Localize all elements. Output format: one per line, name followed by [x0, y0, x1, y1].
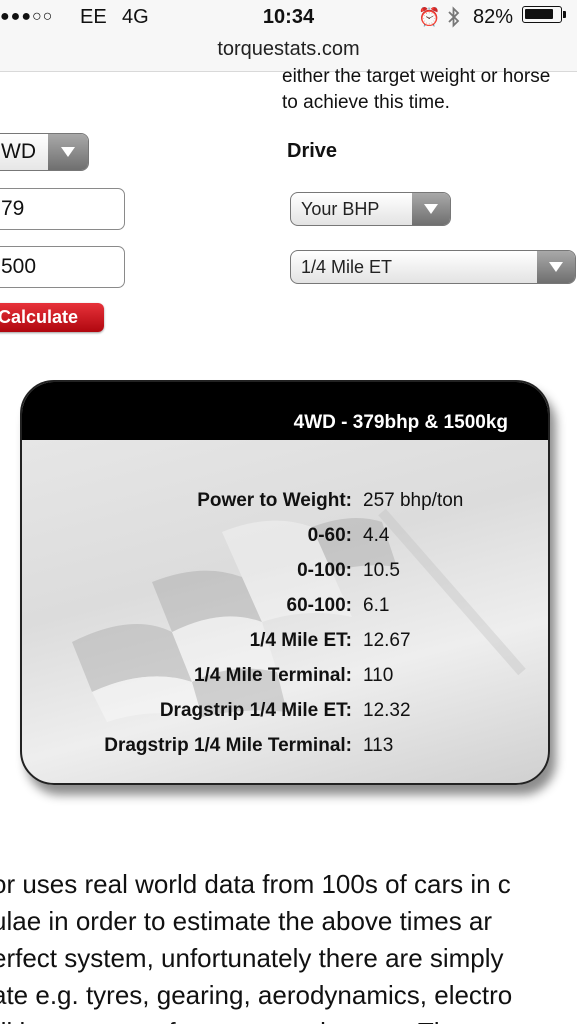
battery-icon	[522, 6, 562, 23]
result-row: 1/4 Mile ET: 12.67	[22, 630, 548, 665]
result-value: 4.4	[363, 525, 390, 546]
result-label: Dragstrip 1/4 Mile ET:	[159, 700, 352, 721]
result-row: Dragstrip 1/4 Mile Terminal: 113	[22, 735, 548, 770]
result-label: 60-100:	[286, 595, 353, 616]
intro-line: either the target weight or horse	[282, 66, 551, 87]
results-title: 4WD - 379bhp & 1500kg	[293, 412, 508, 433]
result-label: 0-60:	[307, 525, 352, 546]
bluetooth-icon	[447, 6, 461, 34]
result-value: 257 bhp/ton	[363, 490, 464, 511]
result-label: 0-100:	[297, 560, 352, 581]
results-card: 4WD - 379bhp & 1500kg Power to Weight: 25…	[20, 380, 550, 785]
status-bar: ●●●○○ EE 4G 10:34 ⏰ 82% torquestats.com	[0, 0, 577, 72]
result-value: 12.32	[363, 700, 411, 721]
paragraph-line: ulae in order to estimate the above time…	[0, 906, 493, 936]
result-value: 12.67	[363, 630, 411, 651]
battery-level	[525, 9, 553, 19]
battery-percent: 82%	[473, 6, 514, 28]
result-row: 0-60: 4.4	[22, 525, 548, 560]
results-list: Power to Weight: 257 bhp/ton 0-60: 4.4 0-100…	[22, 490, 548, 770]
result-label: 1/4 Mile Terminal:	[193, 665, 352, 686]
calculate-button[interactable]: Calculate	[0, 303, 104, 332]
result-value: 110	[363, 665, 394, 686]
result-row: 60-100: 6.1	[22, 595, 548, 630]
target-select[interactable]: Your BHP	[290, 192, 451, 226]
result-value: 113	[363, 735, 394, 756]
intro-text: either the target weight or horse to ach…	[282, 64, 577, 116]
paragraph-line: ate e.g. tyres, gearing, aerodynamics, e…	[0, 980, 513, 1010]
result-value: 10.5	[363, 560, 400, 581]
url-bar[interactable]: torquestats.com	[0, 38, 577, 61]
results-card-header: 4WD - 379bhp & 1500kg	[22, 382, 548, 440]
time-select-value: 1/4 Mile ET	[301, 257, 393, 277]
result-row: Power to Weight: 257 bhp/ton	[22, 490, 548, 525]
description-paragraph: or uses real world data from 100s of car…	[0, 866, 512, 1024]
result-row: 1/4 Mile Terminal: 110	[22, 665, 548, 700]
chevron-down-icon[interactable]	[48, 134, 88, 170]
chevron-down-icon[interactable]	[412, 193, 450, 225]
bhp-input[interactable]: 79	[0, 188, 125, 230]
time-select[interactable]: 1/4 Mile ET	[290, 250, 576, 284]
weight-input[interactable]: 500	[0, 246, 125, 288]
paragraph-line: ditions, any performance tuning, etc. Th	[0, 1014, 512, 1024]
result-row: Dragstrip 1/4 Mile ET: 12.32	[22, 700, 548, 735]
intro-line: to achieve this time.	[282, 92, 450, 113]
result-value: 6.1	[363, 595, 390, 616]
drivetrain-select[interactable]: WD	[0, 133, 89, 171]
drivetrain-select-value: WD	[1, 140, 36, 163]
drive-label: Drive	[287, 140, 338, 162]
result-label: Dragstrip 1/4 Mile Terminal:	[104, 735, 352, 756]
result-row: 0-100: 10.5	[22, 560, 548, 595]
paragraph-line: erfect system, unfortunately there are s…	[0, 943, 504, 973]
battery-tip	[563, 11, 566, 18]
chevron-down-icon[interactable]	[537, 251, 575, 283]
paragraph-line: or uses real world data from 100s of car…	[0, 869, 511, 899]
target-select-value: Your BHP	[301, 199, 380, 219]
result-label: Power to Weight:	[197, 490, 352, 511]
result-label: 1/4 Mile ET:	[249, 630, 352, 651]
alarm-clock-icon: ⏰	[418, 7, 441, 27]
